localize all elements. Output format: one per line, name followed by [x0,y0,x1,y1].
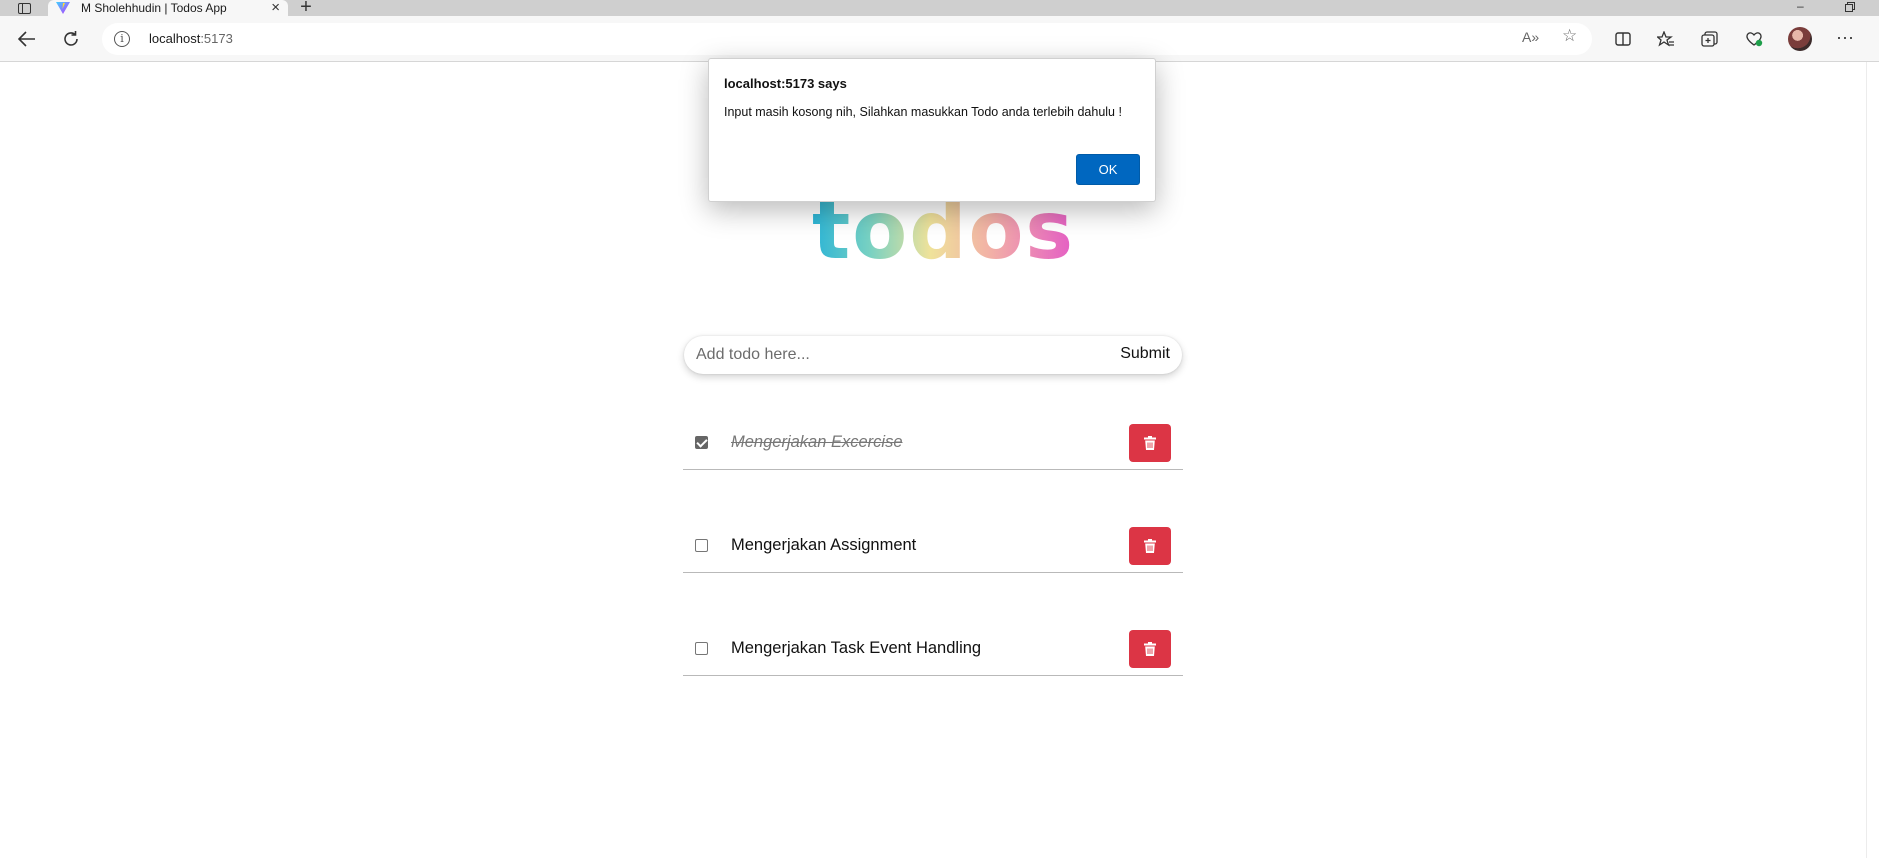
window-restore-icon[interactable] [1845,2,1855,12]
split-screen-icon[interactable] [1610,26,1636,52]
dialog-message: Input masih kosong nih, Silahkan masukka… [724,105,1122,119]
todo-text: Mengerjakan Assignment [731,536,917,554]
browser-toolbar: i localhost:5173 A» ☆ ··· [0,16,1879,62]
todo-text: Mengerjakan Task Event Handling [731,639,982,657]
todo-input[interactable] [696,342,1076,368]
todo-checkbox[interactable] [695,642,708,655]
more-options-icon[interactable]: ··· [1832,24,1858,50]
trash-icon [1144,642,1156,656]
address-bar[interactable]: i localhost:5173 A» ☆ [102,23,1592,55]
profile-avatar[interactable] [1788,27,1812,51]
tab-actions-icon[interactable] [12,0,36,16]
trash-icon [1144,436,1156,450]
todo-item: Mengerjakan Excercise [683,410,1183,470]
back-icon[interactable] [14,26,40,52]
tab-strip: M Sholehhudin | Todos App × + – [0,0,1879,17]
dialog-title: localhost:5173 says [724,76,847,91]
todo-item: Mengerjakan Assignment [683,513,1183,573]
dialog-ok-button[interactable]: OK [1076,154,1140,185]
todo-form: Submit [684,336,1182,374]
delete-button[interactable] [1129,424,1171,462]
url-port: :5173 [200,31,233,46]
read-aloud-icon[interactable]: A» [1522,29,1539,45]
trash-icon [1144,539,1156,553]
favorite-star-icon[interactable]: ☆ [1562,26,1577,46]
page-scrollbar[interactable] [1866,62,1879,858]
new-tab-icon[interactable]: + [296,0,316,17]
refresh-icon[interactable] [58,26,84,52]
browser-tab[interactable]: M Sholehhudin | Todos App × [48,0,288,16]
todo-checkbox[interactable] [695,539,708,552]
delete-button[interactable] [1129,630,1171,668]
tab-title: M Sholehhudin | Todos App [81,1,227,15]
site-info-icon[interactable]: i [114,31,130,47]
collections-icon[interactable] [1697,26,1723,52]
vite-favicon-icon [56,2,70,14]
delete-button[interactable] [1129,527,1171,565]
tab-close-icon[interactable]: × [271,0,280,15]
browser-essentials-icon[interactable] [1741,26,1767,52]
window-minimize-icon[interactable]: – [1797,0,1804,12]
submit-button[interactable]: Submit [1120,345,1170,363]
todo-checkbox[interactable] [695,436,708,449]
url-text: localhost:5173 [149,31,233,46]
alert-dialog: localhost:5173 says Input masih kosong n… [708,58,1156,202]
todo-text: Mengerjakan Excercise [731,433,903,451]
todo-item: Mengerjakan Task Event Handling [683,616,1183,676]
url-host: localhost [149,31,201,46]
favorites-icon[interactable] [1653,26,1679,52]
